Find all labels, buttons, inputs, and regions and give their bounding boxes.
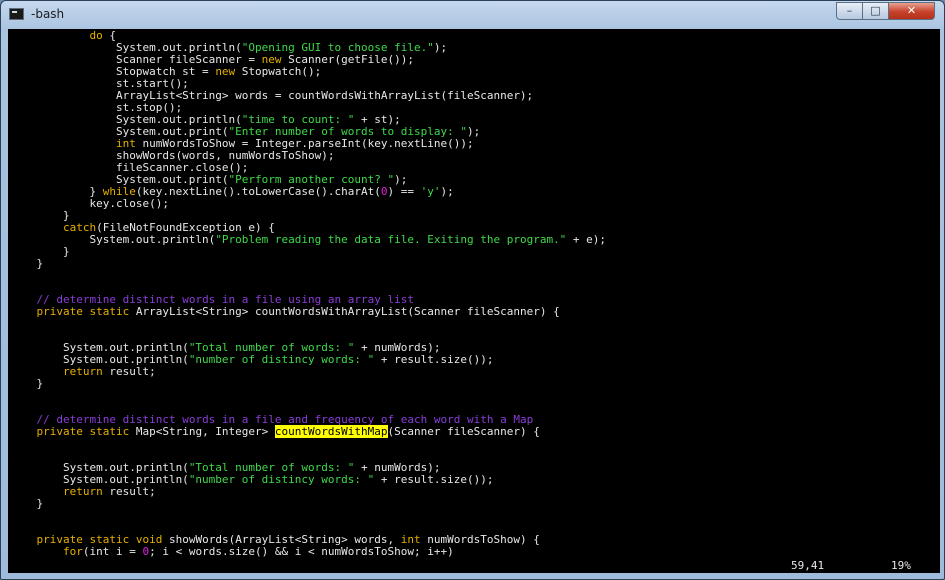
- cursor-position: 59,41: [791, 559, 825, 572]
- code-token: );: [433, 41, 448, 54]
- code-token: + result.size());: [374, 473, 494, 486]
- code-token: private static: [36, 425, 130, 438]
- code-token: (key.nextLine().toLowerCase().charAt(: [135, 185, 381, 198]
- search-match: countWordsWithMap: [274, 425, 388, 438]
- code-token: Stopwatch();: [235, 65, 322, 78]
- code-token: 0: [380, 185, 388, 198]
- window-title: -bash: [31, 7, 65, 21]
- code-line: private static Map<String, Integer> coun…: [10, 425, 540, 438]
- code-token: Map<String, Integer>: [129, 425, 275, 438]
- code-token: );: [440, 185, 454, 198]
- scroll-percent: 19%: [891, 559, 911, 572]
- code-token: ) ==: [387, 185, 421, 198]
- code-line: System.out.println("Problem reading the …: [10, 234, 606, 246]
- code-line: }: [10, 258, 43, 270]
- code-token: + result.size());: [374, 353, 494, 366]
- terminal-content[interactable]: 59,41 19% do { System.out.println("Openi…: [8, 29, 930, 573]
- minimize-button[interactable]: –: [836, 2, 863, 20]
- maximize-button[interactable]: □: [862, 2, 889, 20]
- code-token: (int i =: [82, 545, 143, 558]
- code-token: result;: [102, 365, 156, 378]
- code-token: (Scanner fileScanner) {: [387, 425, 540, 438]
- terminal-window: -bash – □ ✕ 59,41 19% do { System.out.pr…: [0, 0, 945, 580]
- code-token: + e);: [566, 233, 607, 246]
- code-line: }: [10, 378, 43, 390]
- code-token: new: [215, 65, 236, 78]
- code-line: for(int i = 0; i < words.size() && i < n…: [10, 546, 454, 558]
- code-token: ; i < words.size() && i < numWordsToShow…: [149, 545, 454, 558]
- code-token: return: [62, 365, 103, 378]
- code-token: "number of distincy words: ": [188, 473, 375, 486]
- code-token: "number of distincy words: ": [188, 353, 375, 366]
- close-button[interactable]: ✕: [888, 2, 935, 20]
- title-bar[interactable]: -bash – □ ✕: [1, 1, 944, 29]
- code-token: private static: [36, 305, 130, 318]
- code-line: }: [10, 498, 43, 510]
- code-token: "Problem reading the data file. Exiting …: [215, 233, 567, 246]
- code-token: }: [10, 497, 44, 510]
- code-token: return: [62, 485, 103, 498]
- code-token: }: [10, 257, 44, 270]
- terminal-icon: [9, 8, 24, 20]
- code-line: private static ArrayList<String> countWo…: [10, 306, 560, 318]
- code-token: result;: [102, 485, 156, 498]
- code-token: }: [10, 377, 44, 390]
- code-token: 'y': [420, 185, 441, 198]
- code-token: for: [62, 545, 83, 558]
- scrollbar[interactable]: [930, 29, 940, 573]
- code-token: ArrayList<String> countWordsWithArrayLis…: [129, 305, 560, 318]
